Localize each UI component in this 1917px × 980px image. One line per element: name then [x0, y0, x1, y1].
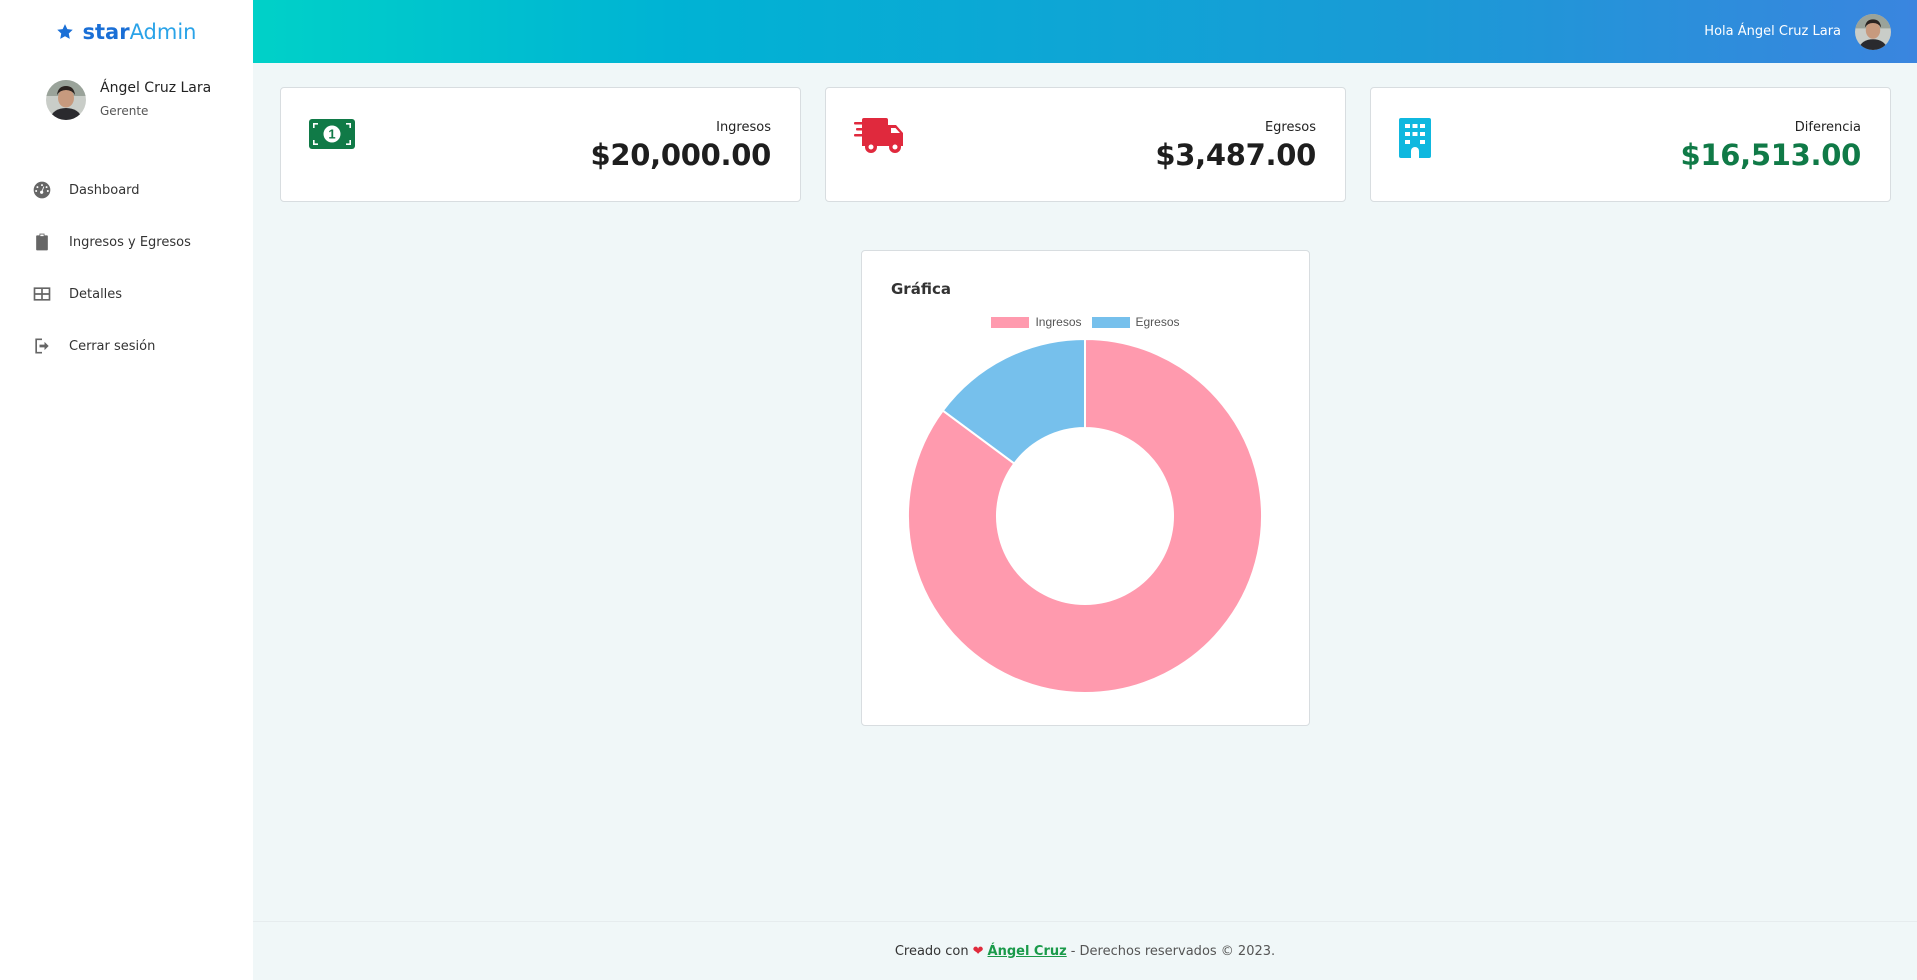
user-role: Gerente — [100, 104, 149, 118]
money-bill-icon: 1 — [309, 119, 355, 149]
sidebar: starAdmin Ángel Cruz Lara Gerente Dashbo… — [0, 0, 253, 980]
top-header: Hola Ángel Cruz Lara — [253, 0, 1917, 63]
card-ingresos: 1 Ingresos $20,000.00 — [280, 87, 801, 202]
card-value: $16,513.00 — [1680, 138, 1862, 172]
sidebar-item-detalles[interactable]: Detalles — [0, 268, 253, 320]
heart-icon: ❤ — [972, 943, 984, 959]
footer-copyright: - Derechos reservados © 2023. — [1070, 943, 1276, 959]
footer: Creado con ❤ Ángel Cruz - Derechos reser… — [253, 921, 1917, 980]
sidebar-item-label: Dashboard — [69, 182, 140, 198]
brand-part2: Admin — [129, 19, 197, 44]
avatar[interactable] — [46, 80, 86, 120]
svg-text:1: 1 — [328, 127, 335, 142]
footer-author-link[interactable]: Ángel Cruz — [988, 944, 1067, 959]
donut-chart — [907, 337, 1263, 694]
building-icon — [1399, 118, 1431, 158]
card-label: Egresos — [1264, 120, 1316, 135]
sidebar-item-dashboard[interactable]: Dashboard — [0, 164, 253, 216]
card-diferencia: Diferencia $16,513.00 — [1370, 87, 1891, 202]
user-name: Ángel Cruz Lara — [100, 80, 212, 96]
header-avatar[interactable] — [1855, 13, 1891, 50]
user-profile: Ángel Cruz Lara Gerente — [46, 80, 211, 120]
card-egresos: Egresos $3,487.00 — [825, 87, 1346, 202]
table-icon — [33, 287, 51, 301]
card-label: Diferencia — [1794, 120, 1861, 135]
logout-icon — [35, 338, 49, 354]
sidebar-item-label: Cerrar sesión — [69, 338, 156, 354]
sidebar-item-cerrar-sesion[interactable]: Cerrar sesión — [0, 320, 253, 372]
card-label: Ingresos — [716, 120, 771, 135]
card-value: $20,000.00 — [590, 138, 772, 172]
sidebar-nav: Dashboard Ingresos y Egresos Detalles Ce… — [0, 164, 253, 372]
greeting: Hola Ángel Cruz Lara — [1704, 24, 1841, 39]
sidebar-item-label: Detalles — [69, 286, 123, 302]
card-value: $3,487.00 — [1155, 138, 1316, 172]
truck-icon — [854, 118, 903, 153]
footer-prefix: Creado con — [894, 943, 969, 959]
dashboard-icon — [33, 181, 51, 199]
clipboard-icon — [36, 233, 48, 251]
chart-panel: Gráfica Ingresos Egresos — [861, 250, 1310, 726]
brand-logo[interactable]: starAdmin — [0, 0, 253, 63]
sidebar-item-label: Ingresos y Egresos — [69, 234, 191, 250]
brand-part1: star — [82, 19, 130, 44]
star-icon — [57, 23, 74, 39]
sidebar-item-ingresos-egresos[interactable]: Ingresos y Egresos — [0, 216, 253, 268]
